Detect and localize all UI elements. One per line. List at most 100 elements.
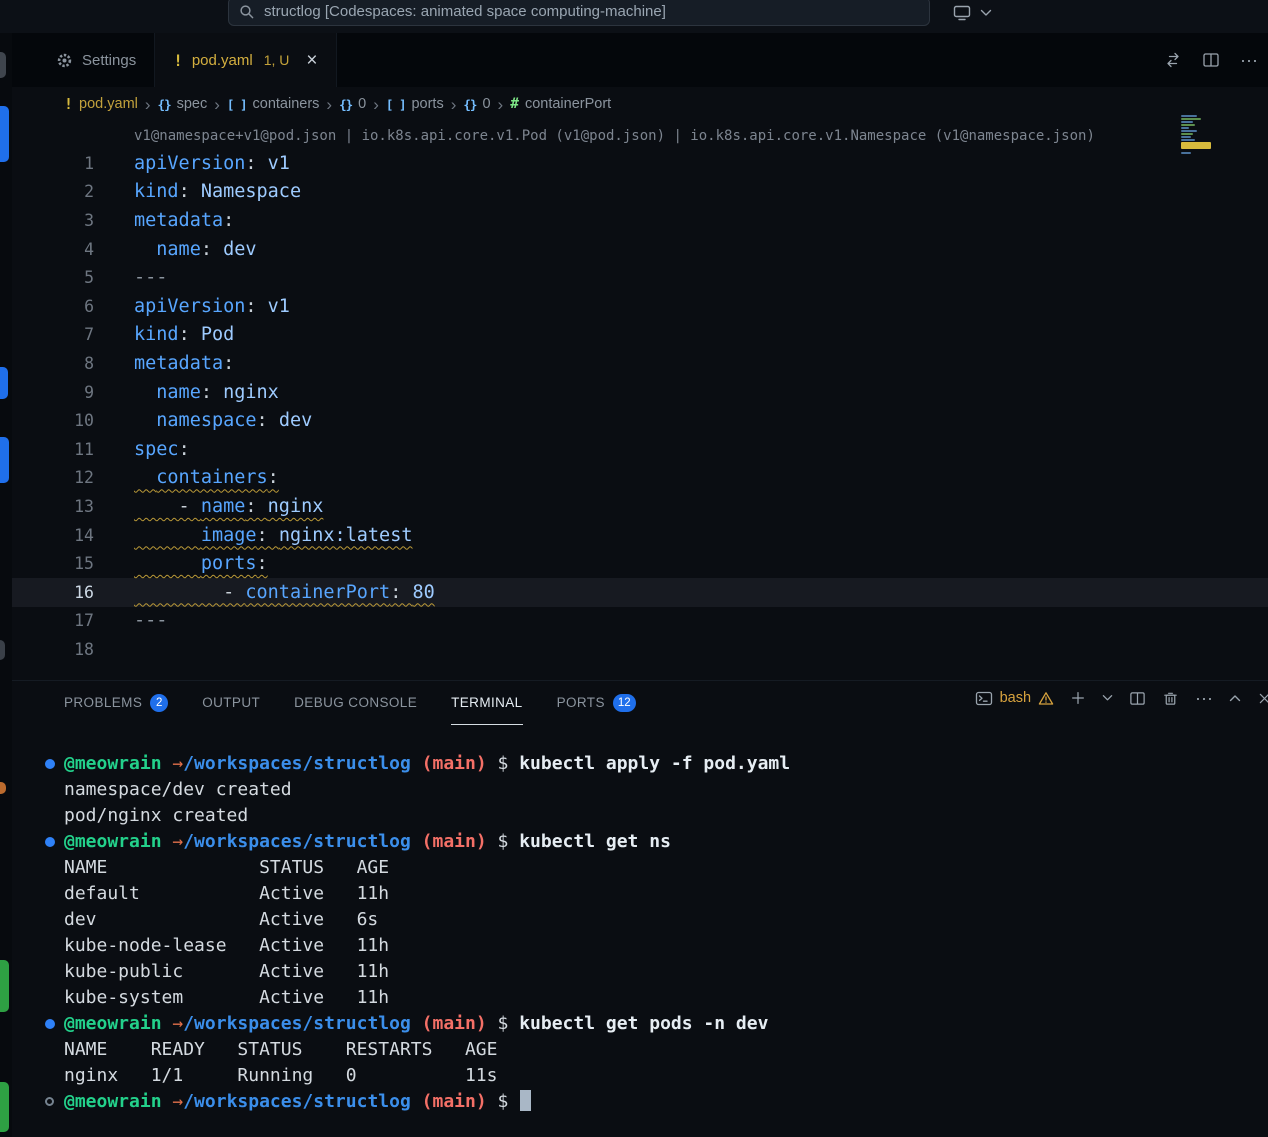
code-line-9[interactable]: 9 name: nginx (12, 378, 1268, 407)
line-number: 5 (12, 268, 98, 287)
line-number: 14 (12, 526, 98, 545)
close-icon[interactable]: × (306, 51, 317, 70)
terminal-line: NAME READY STATUS RESTARTS AGE (64, 1037, 1268, 1063)
line-number: 1 (12, 154, 98, 173)
code-line-18[interactable]: 18 (12, 635, 1268, 664)
code-line-10[interactable]: 10 namespace: dev (12, 406, 1268, 435)
remote-indicator-icon[interactable] (952, 4, 972, 22)
split-terminal-icon[interactable] (1129, 690, 1146, 707)
split-editor-icon[interactable] (1202, 51, 1220, 69)
object-icon: {} (158, 97, 171, 112)
panel-tab-ports[interactable]: PORTS12 (557, 681, 636, 725)
command-center-search[interactable]: structlog [Codespaces: animated space co… (228, 0, 930, 26)
code-line-16[interactable]: 16 - containerPort: 80 (12, 578, 1268, 607)
code-text: --- (98, 610, 167, 631)
trash-icon[interactable] (1162, 690, 1179, 707)
panel-tab-debug-console[interactable]: DEBUG CONSOLE (294, 681, 417, 725)
breadcrumb-item-0[interactable]: {}0 (339, 96, 366, 112)
maximize-panel-icon[interactable] (1229, 694, 1241, 702)
terminal-profile-selector[interactable]: bash (975, 690, 1054, 707)
command-decoration[interactable] (45, 837, 55, 847)
breadcrumb-separator-icon: › (326, 96, 332, 113)
code-text: kind: Pod (98, 324, 234, 345)
open-changes-icon[interactable] (1164, 51, 1182, 69)
breadcrumb: !pod.yaml›{}spec›[ ]containers›{}0›[ ]po… (12, 87, 1268, 121)
activity-bar-fragment (0, 960, 9, 1012)
code-line-7[interactable]: 7kind: Pod (12, 321, 1268, 350)
code-line-1[interactable]: 1apiVersion: v1 (12, 149, 1268, 178)
terminal-cursor (520, 1090, 531, 1111)
shell-label: bash (1000, 690, 1031, 706)
code-line-6[interactable]: 6apiVersion: v1 (12, 292, 1268, 321)
code-text: metadata: (98, 210, 234, 231)
editor-tab-bar: Settings ! pod.yaml 1, U × ··· (12, 33, 1268, 87)
code-line-2[interactable]: 2kind: Namespace (12, 178, 1268, 207)
breadcrumb-item-0[interactable]: {} 0 (463, 96, 490, 112)
command-decoration[interactable] (45, 1097, 54, 1106)
code-line-15[interactable]: 15 ports: (12, 549, 1268, 578)
breadcrumb-label: 0 (358, 96, 366, 112)
breadcrumb-label: containers (253, 96, 320, 112)
close-panel-icon[interactable] (1257, 691, 1268, 706)
line-number: 7 (12, 325, 98, 344)
yaml-schema-info[interactable]: v1@namespace+v1@pod.json | io.k8s.api.co… (134, 123, 1268, 149)
breadcrumb-label: 0 (482, 96, 490, 112)
code-text: namespace: dev (98, 410, 312, 431)
breadcrumb-separator-icon: › (498, 96, 504, 113)
new-terminal-icon[interactable] (1070, 690, 1086, 706)
launch-profile-chevron-icon[interactable] (1102, 694, 1113, 702)
editor-lines: 1apiVersion: v12kind: Namespace3metadata… (12, 149, 1268, 664)
panel-tab-label: DEBUG CONSOLE (294, 695, 417, 710)
code-text: name: nginx (98, 382, 279, 403)
code-line-12[interactable]: 12 containers: (12, 464, 1268, 493)
terminal-line: NAME STATUS AGE (64, 855, 1268, 881)
line-number: 13 (12, 497, 98, 516)
breadcrumb-item-spec[interactable]: {}spec (158, 96, 208, 112)
code-line-14[interactable]: 14 image: nginx:latest (12, 521, 1268, 550)
breadcrumb-item-containers[interactable]: [ ]containers (227, 96, 319, 112)
terminal-line: @meowrain →/workspaces/structlog (main) … (64, 829, 1268, 855)
code-line-5[interactable]: 5--- (12, 263, 1268, 292)
code-line-3[interactable]: 3metadata: (12, 206, 1268, 235)
line-number: 6 (12, 297, 98, 316)
terminal-line: pod/nginx created (64, 803, 1268, 829)
object-icon: {} (463, 97, 476, 112)
command-decoration[interactable] (45, 759, 55, 769)
code-line-4[interactable]: 4 name: dev (12, 235, 1268, 264)
editor[interactable]: v1@namespace+v1@pod.json | io.k8s.api.co… (12, 121, 1268, 680)
activity-bar-fragment (0, 640, 5, 660)
breadcrumb-label: ports (411, 96, 443, 112)
array-icon: [ ] (386, 97, 406, 112)
terminal-content[interactable]: @meowrain →/workspaces/structlog (main) … (12, 725, 1268, 1115)
code-line-13[interactable]: 13 - name: nginx (12, 492, 1268, 521)
line-number: 12 (12, 468, 98, 487)
search-label: structlog [Codespaces: animated space co… (264, 3, 666, 20)
code-line-17[interactable]: 17--- (12, 607, 1268, 636)
tab-label: Settings (82, 52, 136, 69)
breadcrumb-item-ports[interactable]: [ ] ports (386, 96, 444, 112)
panel-tab-label: OUTPUT (202, 695, 260, 710)
tab-pod-yaml[interactable]: ! pod.yaml 1, U × (155, 33, 336, 87)
activity-bar-fragment (0, 437, 9, 483)
line-number: 18 (12, 640, 98, 659)
more-actions-icon[interactable]: ··· (1195, 689, 1213, 707)
line-number: 3 (12, 211, 98, 230)
panel-tab-terminal[interactable]: TERMINAL (451, 681, 522, 725)
activity-bar-fragment (0, 1082, 9, 1132)
activity-bar-cropped (0, 33, 12, 1137)
search-icon (239, 4, 255, 20)
panel-tab-problems[interactable]: PROBLEMS2 (64, 681, 168, 725)
tab-settings[interactable]: Settings (38, 33, 155, 87)
breadcrumb-item-containerPort[interactable]: #containerPort (510, 96, 611, 112)
terminal-line: namespace/dev created (64, 777, 1268, 803)
gear-icon (56, 52, 73, 69)
more-actions-icon[interactable]: ··· (1240, 51, 1258, 69)
command-decoration[interactable] (45, 1019, 55, 1029)
panel-tab-output[interactable]: OUTPUT (202, 681, 260, 725)
minimap[interactable] (1181, 115, 1229, 175)
code-line-11[interactable]: 11spec: (12, 435, 1268, 464)
breadcrumb-item-pod.yaml[interactable]: !pod.yaml (64, 95, 138, 113)
chevron-down-icon[interactable] (980, 9, 992, 17)
count-badge: 2 (150, 694, 168, 712)
code-line-8[interactable]: 8metadata: (12, 349, 1268, 378)
